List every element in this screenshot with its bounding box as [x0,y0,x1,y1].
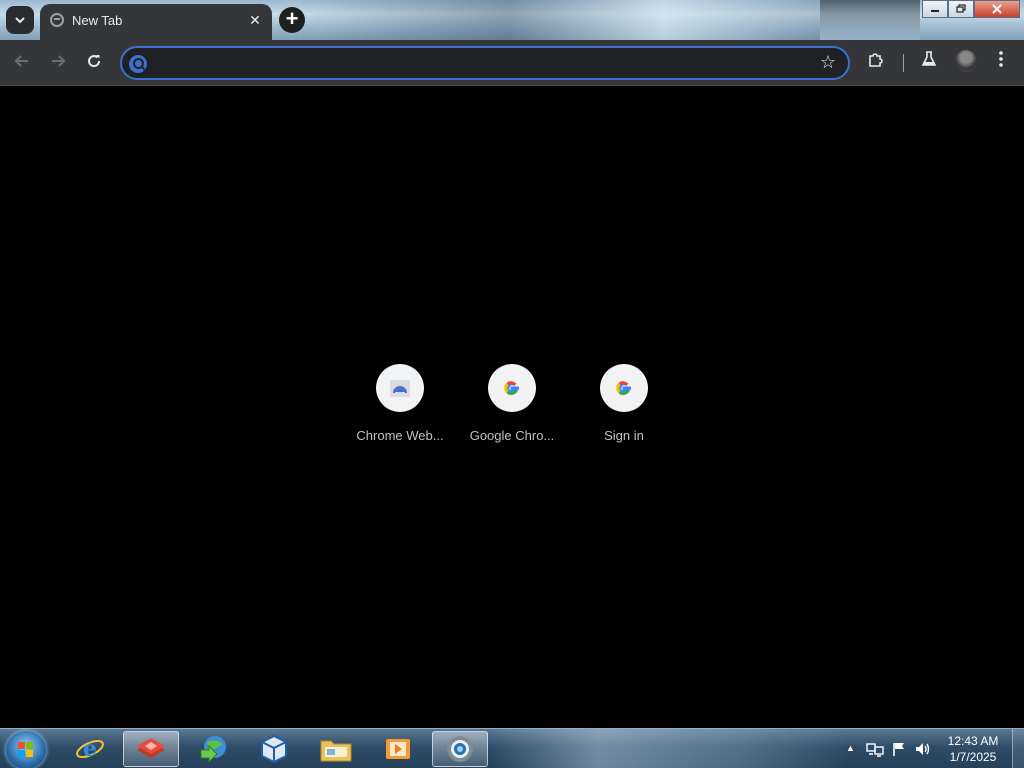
close-icon[interactable]: ✕ [246,11,264,29]
close-window-button[interactable] [974,0,1020,18]
action-center-flag-icon[interactable] [891,741,907,762]
internet-explorer-icon: e [76,736,104,762]
address-bar[interactable]: ☆ [120,46,850,80]
taskbar-media-player[interactable] [370,731,426,767]
menu-button[interactable] [988,50,1014,76]
start-button[interactable] [6,731,46,768]
shortcut-icon-circle [376,364,424,412]
chrome-icon [447,736,473,762]
tab-search-button[interactable] [6,6,34,34]
profile-avatar[interactable] [955,50,977,72]
folder-icon [320,740,352,762]
taskbar-app-red[interactable] [123,731,179,767]
shortcut-tile[interactable]: Sign in [568,363,680,443]
taskbar-chrome[interactable] [432,731,488,767]
search-icon [129,55,147,73]
new-tab-button[interactable]: + [279,7,305,33]
maximize-button[interactable] [948,0,974,18]
reload-icon [88,55,101,68]
globe-download-icon [200,736,226,764]
new-tab-page: Chrome Web... Google Chro... Sign in [0,87,1024,728]
arrow-left-icon [14,55,28,67]
taskbar: e ▲ 12:43 AM 1/7/2025 [0,728,1024,768]
puzzle-icon [869,53,883,67]
taskbar-file-explorer[interactable] [308,731,364,767]
shortcut-label: Chrome Web... [356,428,444,443]
google-g-icon [504,381,519,395]
clock-time: 12:43 AM [947,734,999,748]
shortcut-label: Google Chro... [469,428,555,443]
media-player-icon [386,739,410,759]
svg-text:e: e [83,736,97,762]
reload-button[interactable] [81,50,107,76]
tab-new-tab[interactable]: New Tab ✕ [40,4,272,40]
taskbar-download-manager[interactable] [185,731,241,767]
globe-icon [50,13,64,27]
minimize-icon [931,10,939,12]
forward-button[interactable] [45,50,71,76]
shortcut-tile[interactable]: Chrome Web... [344,363,456,443]
volume-icon[interactable] [914,741,932,762]
clock-date: 1/7/2025 [949,750,997,764]
chevron-down-icon [15,17,25,24]
window-controls [922,0,1020,18]
network-icon[interactable] [866,741,884,762]
taskbar-virtualbox[interactable] [246,731,302,767]
browser-toolbar: ☆ [0,40,1024,86]
bookmark-star-icon[interactable]: ☆ [820,52,836,73]
shortcut-tile[interactable]: Google Chro... [456,363,568,443]
google-g-icon [616,381,631,395]
address-input[interactable] [154,50,804,76]
red-layers-icon [137,738,165,758]
windows-logo-icon [18,742,34,758]
tab-title: New Tab [72,13,123,28]
more-vert-icon [999,51,1003,67]
back-button[interactable] [9,50,35,76]
flask-icon [921,51,937,66]
extensions-button[interactable] [863,50,889,76]
close-icon [992,4,1002,14]
title-bar: New Tab ✕ + [0,0,1024,40]
minimize-button[interactable] [922,0,948,18]
taskbar-internet-explorer[interactable]: e [62,731,118,767]
shortcut-label: Sign in [604,428,644,443]
labs-button[interactable] [916,50,942,76]
restore-icon [956,4,966,13]
system-clock[interactable]: 12:43 AM 1/7/2025 [940,733,1006,765]
shortcut-icon-circle [600,364,648,412]
virtualbox-icon [261,734,287,764]
chrome-web-store-icon [390,380,410,397]
toolbar-divider [903,54,904,72]
shortcut-icon-circle [488,364,536,412]
show-desktop-button[interactable] [1012,729,1024,768]
arrow-right-icon [52,55,66,67]
